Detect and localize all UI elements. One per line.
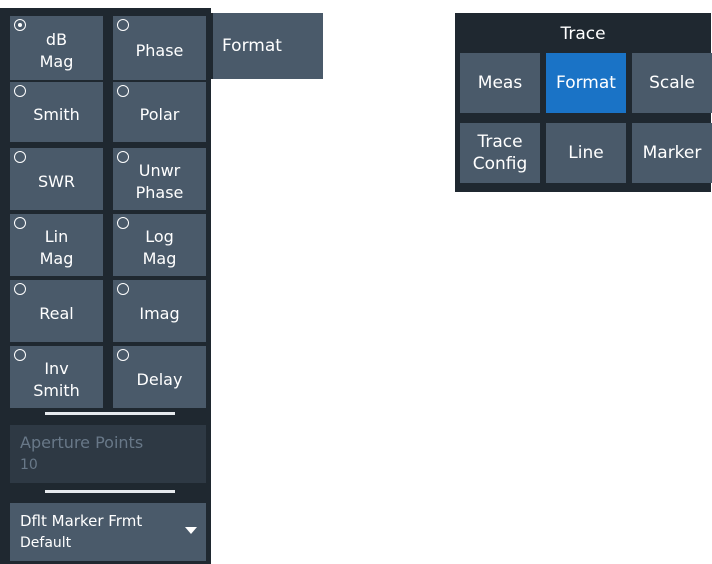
radio-icon — [117, 283, 129, 295]
radio-icon — [117, 349, 129, 361]
default-marker-format-dropdown[interactable]: Dflt Marker Frmt Default — [10, 503, 206, 561]
default-marker-format-label: Dflt Marker Frmt — [20, 512, 143, 530]
trace-menu-title: Trace — [560, 24, 606, 44]
radio-icon — [117, 19, 129, 31]
format-phase-button[interactable]: Phase — [113, 16, 206, 80]
format-delay-button[interactable]: Delay — [113, 346, 206, 408]
format-polar-button[interactable]: Polar — [113, 82, 206, 142]
format-lin-mag-label: Lin Mag — [39, 227, 74, 268]
radio-icon — [117, 217, 129, 229]
divider — [45, 490, 175, 493]
trace-marker-button[interactable]: Marker — [632, 123, 712, 183]
format-lin-mag-button[interactable]: Lin Mag — [10, 214, 103, 276]
format-unwr-phase-button[interactable]: Unwr Phase — [113, 148, 206, 210]
format-db-mag-label: dB Mag — [39, 30, 74, 71]
format-inv-smith-label: Inv Smith — [33, 359, 80, 400]
aperture-points-field: Aperture Points 10 — [10, 425, 206, 483]
aperture-points-value: 10 — [20, 457, 38, 473]
format-phase-label: Phase — [135, 41, 184, 60]
radio-icon — [14, 217, 26, 229]
format-unwr-phase-label: Unwr Phase — [135, 161, 184, 202]
radio-icon — [117, 151, 129, 163]
trace-scale-button[interactable]: Scale — [632, 53, 712, 113]
trace-line-button[interactable]: Line — [546, 123, 626, 183]
format-smith-button[interactable]: Smith — [10, 82, 103, 142]
radio-selected-icon — [14, 19, 26, 31]
default-marker-format-value: Default — [20, 535, 72, 551]
format-swr-label: SWR — [37, 172, 76, 191]
radio-icon — [14, 151, 26, 163]
format-db-mag-button[interactable]: dB Mag — [10, 16, 103, 80]
trace-config-button[interactable]: Trace Config — [460, 123, 540, 183]
divider — [45, 412, 175, 415]
chevron-down-icon — [185, 527, 197, 534]
format-log-mag-label: Log Mag — [142, 227, 177, 268]
format-real-label: Real — [39, 304, 74, 323]
trace-menu: Trace Meas Format Scale Trace Config Lin… — [455, 13, 712, 192]
format-log-mag-button[interactable]: Log Mag — [113, 214, 206, 276]
radio-icon — [14, 349, 26, 361]
format-imag-label: Imag — [139, 304, 180, 323]
radio-icon — [117, 85, 129, 97]
format-swr-button[interactable]: SWR — [10, 148, 103, 210]
radio-icon — [14, 283, 26, 295]
trace-meas-button[interactable]: Meas — [460, 53, 540, 113]
format-inv-smith-button[interactable]: Inv Smith — [10, 346, 103, 408]
format-smith-label: Smith — [33, 105, 80, 124]
format-real-button[interactable]: Real — [10, 280, 103, 342]
format-tab[interactable]: Format — [211, 13, 323, 79]
format-delay-label: Delay — [136, 370, 183, 389]
format-imag-button[interactable]: Imag — [113, 280, 206, 342]
radio-icon — [14, 85, 26, 97]
trace-format-button[interactable]: Format — [546, 53, 626, 113]
aperture-points-label: Aperture Points — [20, 433, 144, 452]
format-polar-label: Polar — [139, 105, 180, 124]
